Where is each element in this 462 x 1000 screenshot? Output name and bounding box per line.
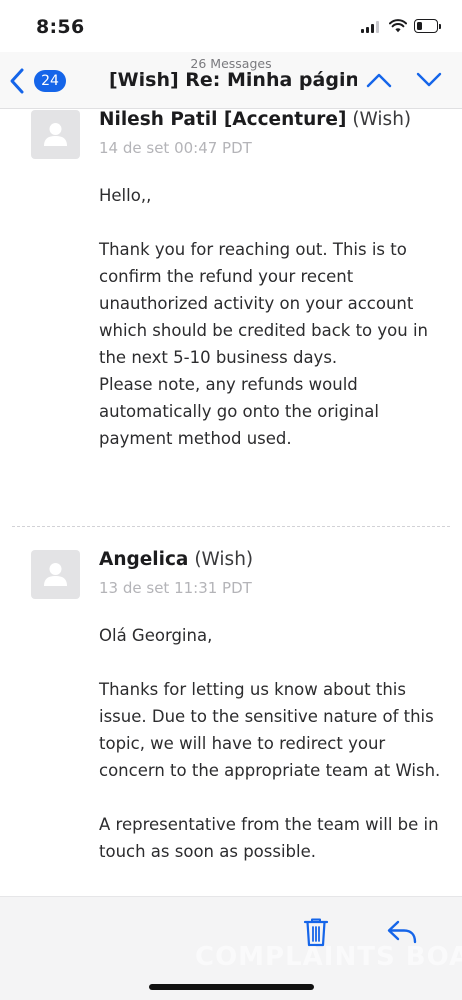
person-icon bbox=[44, 123, 67, 146]
person-icon bbox=[44, 563, 67, 586]
message-date: 13 de set 11:31 PDT bbox=[99, 579, 252, 597]
body-paragraph: Hello,, bbox=[99, 186, 152, 205]
message-body: Olá Georgina, Thanks for letting us know… bbox=[99, 622, 451, 865]
sender[interactable]: Nilesh Patil [Accenture] (Wish) bbox=[99, 109, 411, 130]
mail-thread-screen: 8:56 26 Messages 24 [Wish] Re: Minha pág… bbox=[0, 0, 462, 1000]
status-time: 8:56 bbox=[36, 16, 85, 38]
avatar bbox=[31, 110, 80, 159]
body-paragraph: A representative from the team will be i… bbox=[99, 815, 439, 861]
avatar bbox=[31, 550, 80, 599]
message-date: 14 de set 00:47 PDT bbox=[99, 139, 252, 157]
sender-name: Angelica bbox=[99, 549, 189, 570]
nav-bar: 26 Messages 24 [Wish] Re: Minha págin... bbox=[0, 52, 462, 109]
signal-icon bbox=[361, 21, 381, 33]
back-chevron-icon bbox=[10, 68, 24, 94]
wifi-icon bbox=[389, 19, 407, 33]
back-button[interactable]: 24 bbox=[8, 65, 68, 97]
message-body: Hello,, Thank you for reaching out. This… bbox=[99, 182, 451, 452]
chevron-up-icon[interactable] bbox=[365, 68, 393, 92]
body-paragraph: Thank you for reaching out. This is to c… bbox=[99, 240, 429, 367]
watermark: COMPLAINTS BOARD bbox=[195, 942, 462, 972]
unread-count-badge: 24 bbox=[34, 70, 66, 92]
chevron-down-icon[interactable] bbox=[415, 68, 443, 92]
status-bar: 8:56 bbox=[0, 0, 462, 52]
body-paragraph: Thanks for letting us know about this is… bbox=[99, 680, 441, 780]
sender[interactable]: Angelica (Wish) bbox=[99, 549, 253, 570]
body-paragraph: Olá Georgina, bbox=[99, 626, 213, 645]
sender-org: (Wish) bbox=[352, 109, 412, 130]
battery-icon bbox=[414, 19, 441, 33]
sender-name: Nilesh Patil [Accenture] bbox=[99, 109, 347, 130]
home-indicator bbox=[149, 984, 314, 990]
sender-org: (Wish) bbox=[194, 549, 254, 570]
thread-title: [Wish] Re: Minha págin... bbox=[109, 69, 357, 91]
body-paragraph: Please note, any refunds would automatic… bbox=[99, 375, 379, 448]
message-divider bbox=[12, 526, 450, 527]
